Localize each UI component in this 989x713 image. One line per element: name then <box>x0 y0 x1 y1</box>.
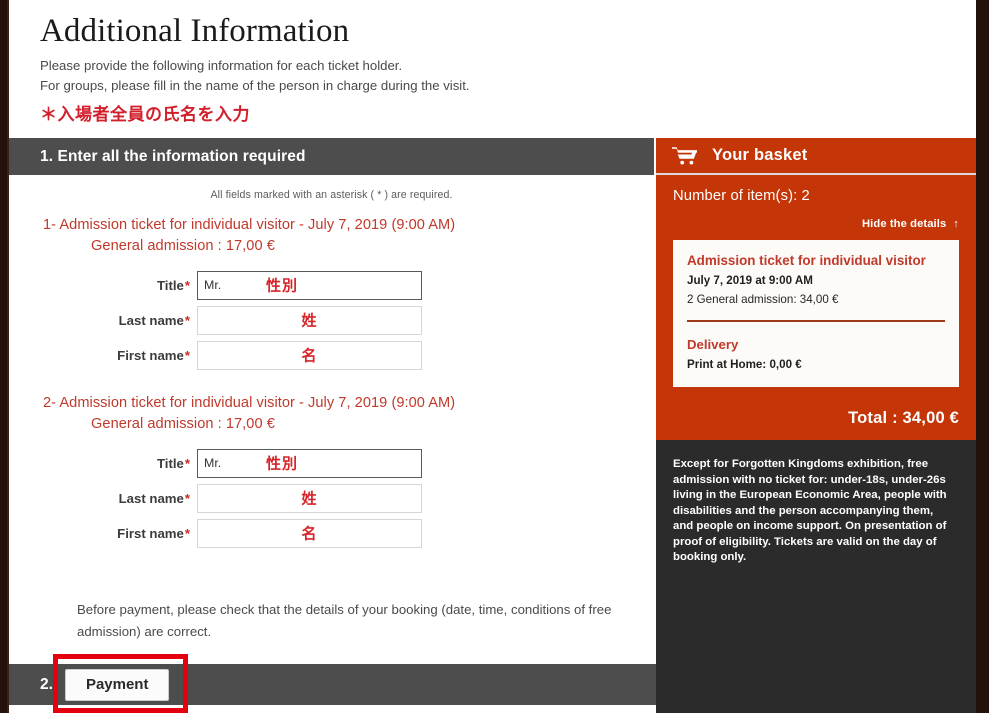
required-asterisk: * <box>184 277 190 293</box>
ticket-1-title-value: Mr. <box>204 278 222 292</box>
window-left-edge <box>0 0 7 713</box>
required-fields-note: All fields marked with an asterisk ( * )… <box>210 189 453 201</box>
ticket-2-firstname-jp-annotation: 名 <box>301 525 318 543</box>
required-asterisk: * <box>184 312 190 328</box>
ticket-1-lastname-input[interactable]: 姓 <box>197 305 422 335</box>
ticket-2-name: Admission ticket for individual visitor … <box>59 395 456 411</box>
ticket-1-lastname-jp-annotation: 姓 <box>301 312 318 330</box>
form-panel: All fields marked with an asterisk ( * )… <box>9 176 654 664</box>
ticket-2-firstname-input[interactable]: 名 <box>197 518 422 548</box>
ticket-2-title-select[interactable]: Mr. 性別 <box>197 448 422 478</box>
ticket-1-title-select[interactable]: Mr. 性別 <box>197 270 422 300</box>
intro-line-2: For groups, please fill in the name of t… <box>40 77 470 93</box>
ticket-2-title-label: Title* <box>9 456 197 471</box>
hide-details-label: Hide the details <box>862 218 947 230</box>
ticket-1-lastname-row: Last name* 姓 <box>9 304 654 336</box>
ticket-1-lastname-label-text: Last name <box>118 312 184 328</box>
ticket-1-title-row: Title* Mr. 性別 <box>9 269 654 301</box>
basket-total: Total : 34,00 € <box>848 409 959 427</box>
basket-panel: Your basket Number of item(s): 2 Hide th… <box>656 138 976 713</box>
ticket-2-firstname-label-text: First name <box>117 525 184 541</box>
basket-item-datetime: July 7, 2019 at 9:00 AM <box>687 274 813 287</box>
step-1-header: 1. Enter all the information required <box>9 138 654 175</box>
ticket-1-subtitle: General admission : 17,00 € <box>91 238 275 254</box>
ticket-1-name: Admission ticket for individual visitor … <box>59 217 456 233</box>
required-asterisk: * <box>184 455 190 471</box>
ticket-1-firstname-jp-annotation: 名 <box>301 347 318 365</box>
ticket-1-title: 1- Admission ticket for individual visit… <box>9 215 654 236</box>
step-2-number: 2. <box>40 675 53 693</box>
ticket-2-fields: Title* Mr. 性別 Last name* 姓 First name* 名 <box>9 447 654 549</box>
basket-footer: Except for Forgotten Kingdoms exhibition… <box>656 440 976 566</box>
ticket-1-fields: Title* Mr. 性別 Last name* 姓 First name* 名 <box>9 269 654 371</box>
basket-delivery-value: Print at Home: 0,00 € <box>687 358 802 371</box>
ticket-1-firstname-input[interactable]: 名 <box>197 340 422 370</box>
page-title: Additional Information <box>40 13 350 49</box>
required-asterisk: * <box>184 490 190 506</box>
ticket-block-1: 1- Admission ticket for individual visit… <box>9 215 654 371</box>
ticket-2-title-label-text: Title <box>156 455 184 471</box>
ticket-2-subtitle: General admission : 17,00 € <box>91 416 275 432</box>
ticket-2-lastname-label-text: Last name <box>118 490 184 506</box>
hide-details-toggle[interactable]: Hide the details ↑ <box>673 218 959 230</box>
ticket-2-firstname-label: First name* <box>9 526 197 541</box>
chevron-up-icon: ↑ <box>953 218 959 230</box>
basket-item-title: Admission ticket for individual visitor <box>687 253 926 268</box>
basket-delivery-title: Delivery <box>687 337 739 352</box>
payment-button[interactable]: Payment <box>64 668 170 701</box>
window-right-edge <box>976 0 989 713</box>
basket-title: Your basket <box>712 146 808 164</box>
ticket-1-firstname-label-text: First name <box>117 347 184 363</box>
ticket-2-lastname-label: Last name* <box>9 491 197 506</box>
ticket-2-title-value: Mr. <box>204 456 222 470</box>
required-asterisk: * <box>184 525 190 541</box>
shopping-cart-icon <box>672 147 697 165</box>
checkout-page: Additional Information Please provide th… <box>0 0 989 713</box>
required-asterisk: * <box>184 347 190 363</box>
ticket-1-firstname-row: First name* 名 <box>9 339 654 371</box>
basket-item-count: Number of item(s): 2 <box>673 188 810 204</box>
basket-detail-card: Admission ticket for individual visitor … <box>673 240 959 387</box>
intro-line-1: Please provide the following information… <box>40 58 403 73</box>
ticket-2-lastname-jp-annotation: 姓 <box>301 490 318 508</box>
ticket-1-index: 1- <box>43 217 57 233</box>
ticket-1-firstname-label: First name* <box>9 348 197 363</box>
ticket-2-title: 2- Admission ticket for individual visit… <box>9 393 654 414</box>
basket-footer-note: Except for Forgotten Kingdoms exhibition… <box>673 458 947 563</box>
ticket-1-lastname-label: Last name* <box>9 313 197 328</box>
basket-item-qty-price: 2 General admission: 34,00 € <box>687 293 839 306</box>
ticket-1-title-jp-annotation: 性別 <box>266 277 299 295</box>
ticket-2-index: 2- <box>43 395 57 411</box>
basket-body: Number of item(s): 2 Hide the details ↑ A… <box>656 175 976 399</box>
ticket-block-2: 2- Admission ticket for individual visit… <box>9 393 654 549</box>
ticket-1-title-label-text: Title <box>156 277 184 293</box>
ticket-2-lastname-row: Last name* 姓 <box>9 482 654 514</box>
step-1-heading: 1. Enter all the information required <box>40 147 306 165</box>
intro-section: Additional Information Please provide th… <box>9 0 976 126</box>
ticket-2-title-jp-annotation: 性別 <box>266 455 299 473</box>
before-payment-note: Before payment, please check that the de… <box>77 602 612 639</box>
japanese-annotation-note: ＊入場者全員の氏名を入力 <box>40 105 250 124</box>
ticket-2-lastname-input[interactable]: 姓 <box>197 483 422 513</box>
basket-detail-divider <box>687 320 945 322</box>
ticket-2-firstname-row: First name* 名 <box>9 517 654 549</box>
basket-total-row: Total : 34,00 € <box>656 399 976 440</box>
ticket-2-title-row: Title* Mr. 性別 <box>9 447 654 479</box>
ticket-1-title-label: Title* <box>9 278 197 293</box>
basket-header: Your basket <box>656 138 976 175</box>
window-left-edge-inner <box>7 0 9 713</box>
